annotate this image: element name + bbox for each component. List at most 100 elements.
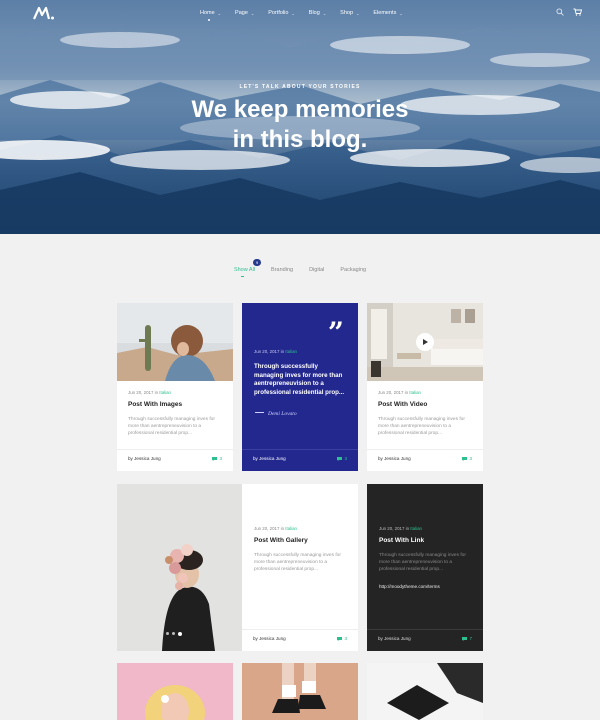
- post-meta: Jun 20, 2017 in Italian: [254, 349, 297, 354]
- post-card-video[interactable]: Jun 20, 2017 in Italian Post With Video …: [367, 303, 483, 471]
- menu-item-blog[interactable]: Blog ⌄: [309, 10, 326, 16]
- post-title[interactable]: Post With Link: [379, 537, 424, 544]
- post-card-quote[interactable]: ” Jun 20, 2017 in Italian Through succes…: [242, 303, 358, 471]
- post-link-url[interactable]: http://moodytheme.com/terms: [379, 584, 440, 589]
- post-meta-in: in: [405, 526, 410, 531]
- post-meta-in: in: [280, 526, 285, 531]
- filter-digital[interactable]: Digital: [309, 262, 324, 282]
- hero-title-line: We keep memories: [191, 96, 409, 123]
- brand-logo[interactable]: [33, 6, 55, 20]
- post-footer: by Jessica Jung 3: [117, 449, 233, 471]
- post-excerpt: Through successfully managing inves for …: [378, 417, 465, 436]
- post-category-link[interactable]: Italian: [409, 390, 421, 395]
- post-title[interactable]: Post With Images: [128, 401, 182, 408]
- post-card-row3-2[interactable]: [242, 663, 358, 720]
- play-button[interactable]: [416, 333, 434, 351]
- post-category-link[interactable]: Italian: [410, 526, 422, 531]
- post-comments[interactable]: 7: [462, 636, 472, 641]
- post-comments[interactable]: 3: [462, 456, 472, 461]
- chevron-down-icon: ⌄: [250, 10, 255, 16]
- hero-title: We keep memories in this blog.: [0, 95, 600, 155]
- filter-packaging[interactable]: Packaging: [340, 262, 366, 282]
- filter-count-badge: 9: [252, 259, 262, 266]
- gallery-dot[interactable]: [172, 632, 175, 635]
- post-title[interactable]: Post With Video: [378, 401, 427, 408]
- post-excerpt: Through successfully managing inves for …: [379, 553, 466, 572]
- post-card-gallery[interactable]: Jun 20, 2017 in Italian Post With Galler…: [117, 484, 358, 651]
- quote-icon: ”: [327, 316, 344, 349]
- post-author[interactable]: by Jessica Jung: [378, 636, 411, 641]
- post-footer: by Jessica Jung 3: [367, 449, 483, 471]
- post-date: Jun 20, 2017: [128, 390, 154, 395]
- comment-count: 3: [344, 636, 347, 641]
- chevron-down-icon: ⌄: [322, 10, 327, 16]
- post-category-link[interactable]: Italian: [285, 349, 297, 354]
- post-author[interactable]: by Jessica Jung: [253, 636, 286, 641]
- menu-item-shop[interactable]: Shop ⌄: [340, 10, 359, 16]
- filter-label: Packaging: [340, 267, 367, 273]
- menu-item-label: Shop: [340, 10, 354, 16]
- post-card-row3-3[interactable]: [367, 663, 483, 720]
- chevron-down-icon: ⌄: [217, 10, 222, 16]
- post-meta-in: in: [280, 349, 285, 354]
- menu-item-portfolio[interactable]: Portfolio ⌄: [268, 10, 295, 16]
- post-excerpt: Through successfully managing inves for …: [254, 553, 341, 572]
- cart-icon[interactable]: [573, 8, 582, 16]
- post-date: Jun 20, 2017: [379, 526, 405, 531]
- post-title[interactable]: Post With Gallery: [254, 537, 308, 544]
- post-meta: Jun 20, 2017 in Italian: [379, 526, 422, 531]
- post-card-link[interactable]: Jun 20, 2017 in Italian Post With Link T…: [367, 484, 483, 651]
- menu-item-label: Portfolio: [268, 10, 289, 16]
- filter-show-all[interactable]: Show All 9: [233, 259, 262, 282]
- chevron-down-icon: ⌄: [399, 10, 403, 16]
- gallery-dot-active[interactable]: [178, 631, 182, 636]
- post-category-link[interactable]: Italian: [159, 390, 171, 395]
- comment-icon: [337, 637, 343, 641]
- gallery-pagination: [166, 631, 182, 636]
- gallery-dot[interactable]: [166, 632, 169, 635]
- post-footer: by Jessica Jung 3: [242, 449, 358, 471]
- post-comments[interactable]: 3: [337, 456, 347, 461]
- post-author[interactable]: by Jessica Jung: [378, 456, 411, 461]
- comment-icon: [212, 457, 218, 461]
- post-meta-in: in: [404, 390, 409, 395]
- post-image: [117, 303, 233, 381]
- top-navigation: Home ⌄ Page ⌄ Portfolio ⌄ Blog ⌄ Shop ⌄ Eleme…: [0, 0, 600, 28]
- post-footer: by Jessica Jung 7: [367, 629, 483, 651]
- comment-count: 7: [469, 636, 472, 641]
- menu-item-elements[interactable]: Elements ⌄: [373, 10, 402, 16]
- post-author[interactable]: by Jessica Jung: [253, 456, 286, 461]
- chevron-down-icon: ⌄: [356, 10, 360, 16]
- quote-author: Demi Lovato: [255, 411, 297, 417]
- post-image: [367, 663, 483, 720]
- post-comments[interactable]: 3: [337, 636, 347, 641]
- hero-kicker: LET'S TALK ABOUT YOUR STORIES: [239, 84, 361, 90]
- post-date: Jun 20, 2017: [254, 526, 280, 531]
- gallery-image: [117, 484, 242, 651]
- post-card-row3-1[interactable]: [117, 663, 233, 720]
- post-category-link[interactable]: Italian: [285, 526, 297, 531]
- menu-item-label: Elements: [373, 10, 397, 16]
- category-filter: Show All 9 Branding Digital Packaging: [0, 259, 600, 282]
- search-icon[interactable]: [556, 8, 564, 16]
- comment-icon: [462, 457, 468, 461]
- post-meta: Jun 20, 2017 in Italian: [378, 390, 421, 395]
- menu-item-page[interactable]: Page ⌄: [235, 10, 254, 16]
- filter-branding[interactable]: Branding: [271, 262, 293, 282]
- post-comments[interactable]: 3: [212, 456, 222, 461]
- post-card-images[interactable]: Jun 20, 2017 in Italian Post With Images…: [117, 303, 233, 471]
- post-date: Jun 20, 2017: [254, 349, 280, 354]
- post-footer: by Jessica Jung 3: [242, 629, 358, 651]
- post-image: [117, 663, 233, 720]
- post-author[interactable]: by Jessica Jung: [128, 456, 161, 461]
- filter-label: Digital: [309, 267, 325, 273]
- nav-icons: [556, 8, 582, 16]
- quote-text[interactable]: Through successfully managing inves for …: [254, 363, 348, 397]
- comment-icon: [337, 457, 343, 461]
- hero-title-line: in this blog.: [232, 126, 368, 153]
- main-menu: Home ⌄ Page ⌄ Portfolio ⌄ Blog ⌄ Shop ⌄ Eleme…: [200, 10, 417, 21]
- menu-item-home[interactable]: Home ⌄: [200, 10, 222, 21]
- filter-label: Show All: [233, 267, 256, 273]
- chevron-down-icon: ⌄: [291, 10, 295, 16]
- post-image: [242, 663, 358, 720]
